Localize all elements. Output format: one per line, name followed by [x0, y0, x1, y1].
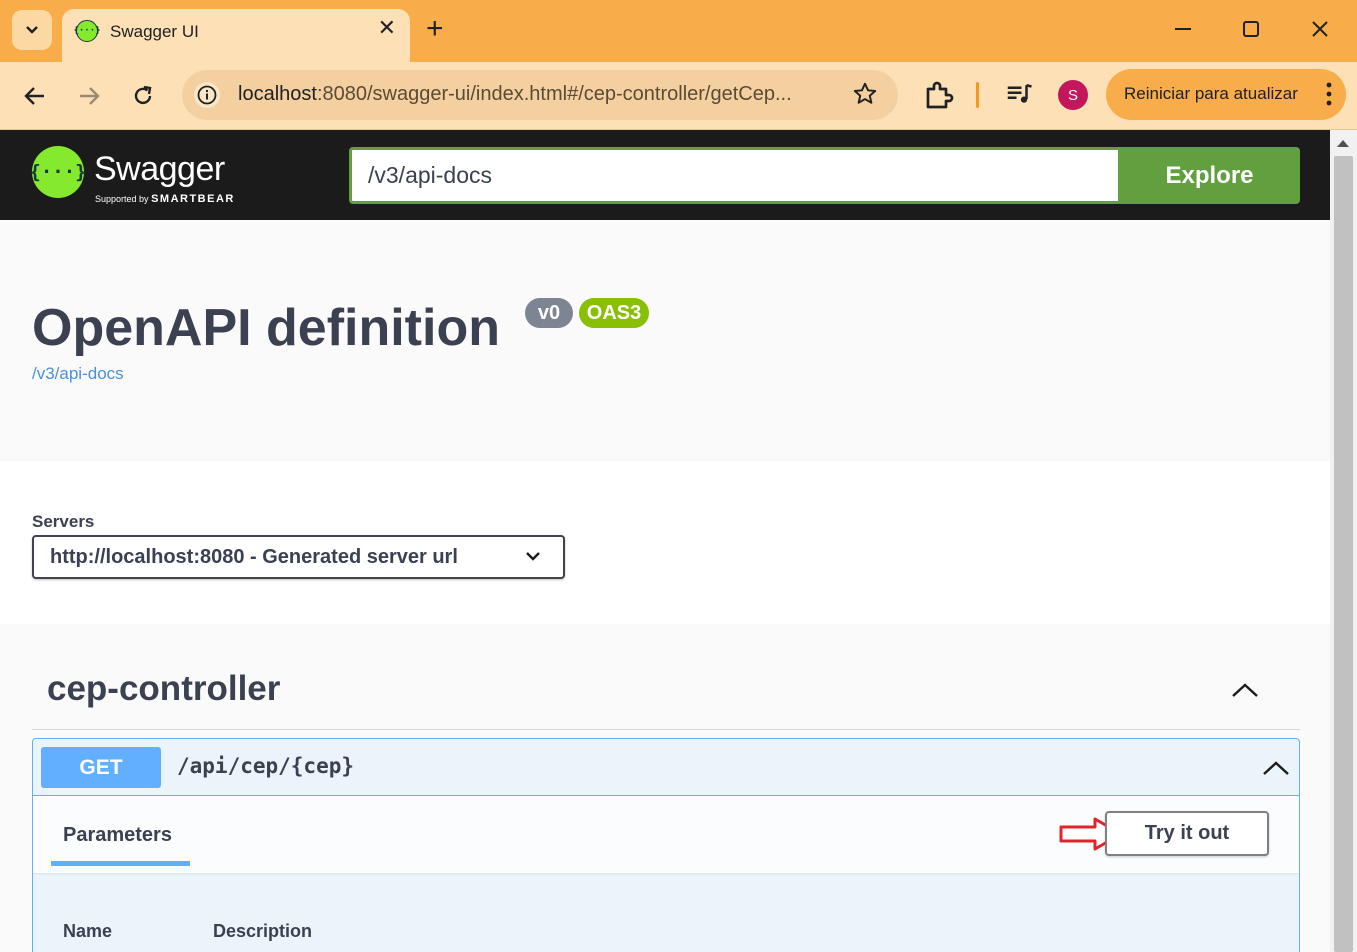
tag-divider — [32, 729, 1300, 730]
chevron-down-icon — [526, 552, 540, 561]
page-viewport: {···} Swagger Supported by SMARTBEAR /v3… — [0, 130, 1357, 952]
forward-icon[interactable] — [69, 76, 109, 116]
extensions-puzzle-icon[interactable] — [922, 77, 958, 118]
update-button-label: Reiniciar para atualizar — [1124, 84, 1298, 103]
chevron-down-icon — [26, 26, 38, 34]
spec-link[interactable]: /v3/api-docs — [32, 364, 124, 384]
active-tab[interactable]: {···} Swagger UI ✕ — [62, 9, 410, 62]
method-badge: GET — [41, 747, 161, 788]
servers-select[interactable]: http://localhost:8080 - Generated server… — [32, 535, 565, 579]
operation-summary[interactable]: GET /api/cep/{cep} — [33, 739, 1299, 796]
page-scrollbar[interactable] — [1330, 130, 1357, 952]
oas-badge: OAS3 — [579, 298, 649, 328]
api-info-section: OpenAPI definition v0 OAS3 /v3/api-docs — [0, 220, 1330, 461]
new-tab-icon[interactable]: + — [426, 14, 444, 44]
bookmark-star-icon[interactable] — [852, 81, 878, 112]
version-badge: v0 — [525, 298, 573, 328]
api-title: OpenAPI definition — [32, 299, 500, 357]
swagger-topbar: {···} Swagger Supported by SMARTBEAR /v3… — [0, 130, 1330, 220]
column-header-name: Name — [63, 921, 113, 941]
media-controls-icon[interactable] — [1004, 79, 1034, 114]
operation-block: GET /api/cep/{cep} Parameters Try it out… — [32, 738, 1300, 952]
maximize-icon[interactable] — [1236, 14, 1266, 44]
swagger-logo-text: Swagger — [94, 150, 225, 188]
servers-section: Servers http://localhost:8080 - Generate… — [0, 461, 1330, 624]
tag-title[interactable]: cep-controller — [47, 669, 280, 709]
operations-section: cep-controller GET /api/cep/{cep} Parame… — [0, 624, 1330, 952]
swagger-logo-subtitle: Supported by SMARTBEAR — [95, 193, 235, 205]
close-window-icon[interactable] — [1305, 14, 1335, 44]
tab-parameters[interactable]: Parameters — [63, 824, 172, 847]
profile-avatar[interactable]: S — [1058, 80, 1088, 110]
chevron-up-icon[interactable] — [1230, 681, 1260, 699]
minimize-icon[interactable] — [1168, 14, 1198, 44]
back-icon[interactable] — [15, 76, 55, 116]
close-tab-icon[interactable]: ✕ — [378, 17, 396, 39]
servers-selected-value: http://localhost:8080 - Generated server… — [50, 546, 458, 568]
browser-toolbar: localhost:8080/swagger-ui/index.html#/ce… — [0, 62, 1357, 130]
scroll-up-arrow-icon[interactable] — [1337, 140, 1349, 147]
tab-search-button[interactable] — [12, 10, 52, 50]
explore-button[interactable]: Explore — [1119, 147, 1300, 204]
reload-icon[interactable] — [123, 76, 163, 116]
servers-label: Servers — [32, 512, 95, 531]
swagger-favicon-icon: {···} — [73, 20, 101, 42]
chevron-up-icon[interactable] — [1261, 759, 1291, 777]
spec-url-input[interactable]: /v3/api-docs — [349, 147, 1121, 204]
site-info-icon[interactable] — [194, 82, 220, 108]
parameters-header: Parameters Try it out — [33, 796, 1299, 873]
toolbar-separator — [976, 82, 979, 108]
browser-tab-bar: {···} Swagger UI ✕ + — [0, 0, 1357, 62]
try-it-out-button[interactable]: Try it out — [1105, 811, 1269, 856]
restart-to-update-button[interactable]: Reiniciar para atualizar — [1106, 69, 1346, 120]
operation-path: /api/cep/{cep} — [177, 754, 355, 778]
url-text[interactable]: localhost:8080/swagger-ui/index.html#/ce… — [238, 83, 792, 106]
tab-title: Swagger UI — [110, 22, 199, 41]
column-header-description: Description — [213, 921, 313, 941]
tab-active-underline — [51, 861, 190, 866]
scrollbar-thumb[interactable] — [1334, 156, 1353, 952]
more-menu-icon[interactable] — [1326, 82, 1332, 111]
address-bar[interactable]: localhost:8080/swagger-ui/index.html#/ce… — [182, 70, 898, 120]
swagger-logo-icon[interactable]: {···} — [29, 146, 87, 198]
